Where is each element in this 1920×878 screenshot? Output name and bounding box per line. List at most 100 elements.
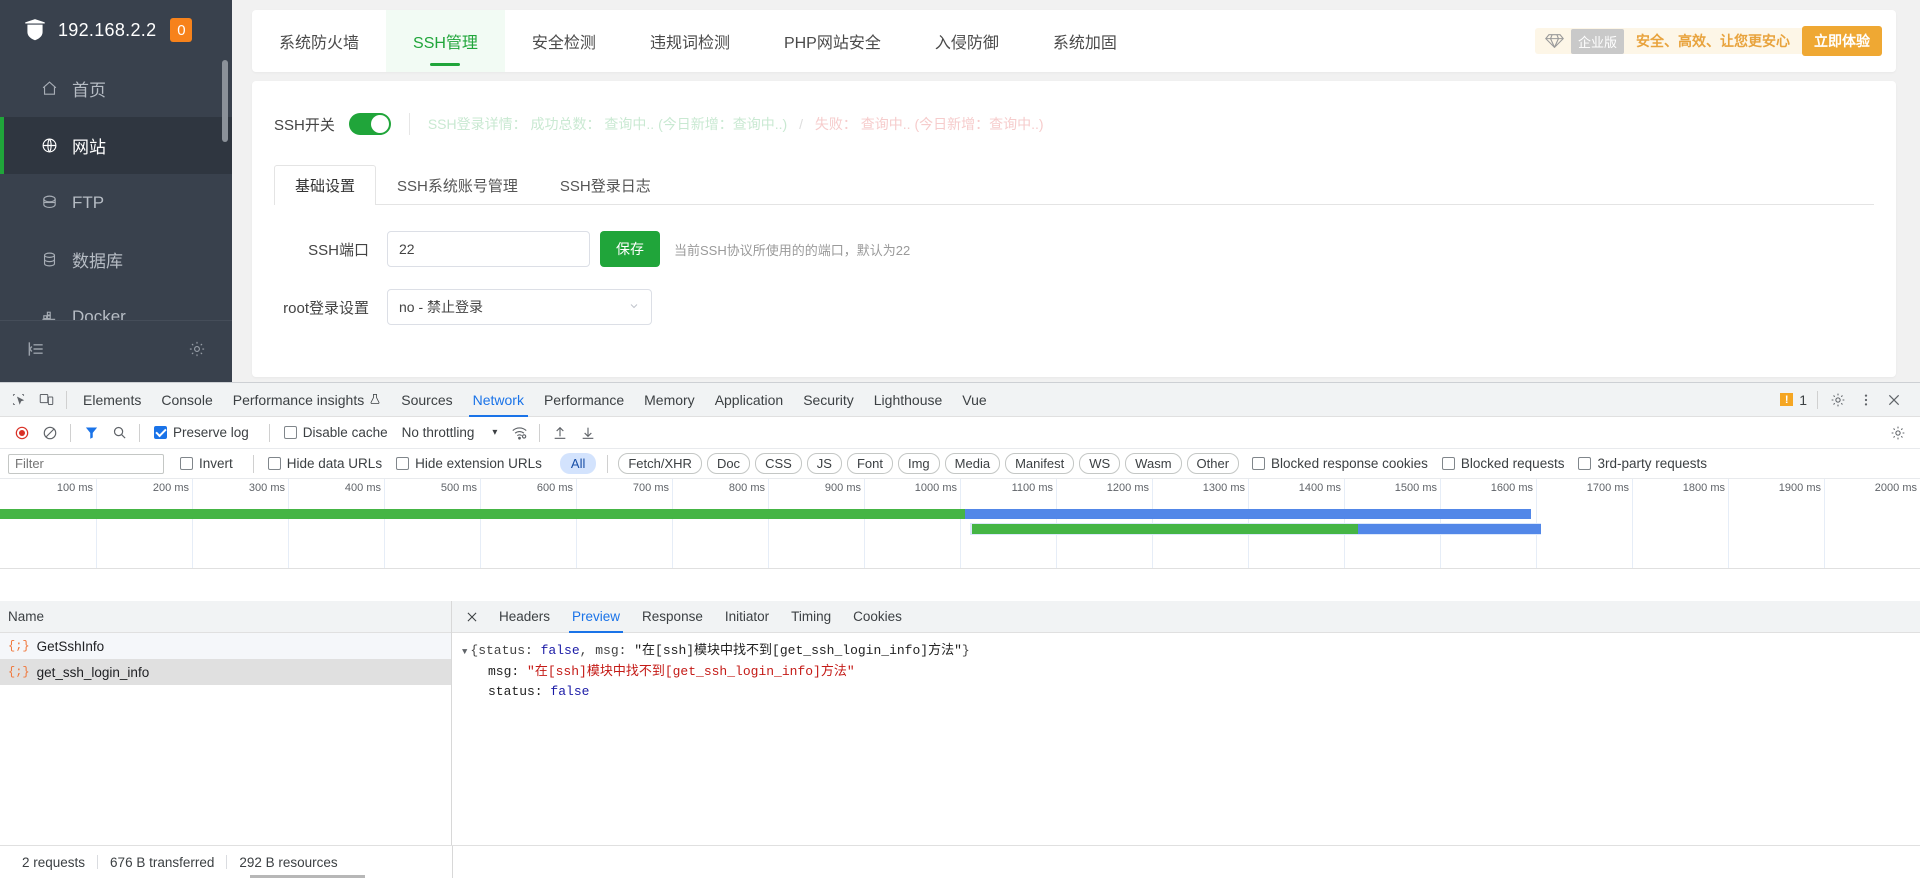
timeline-tick-label: 1200 ms <box>1106 482 1149 494</box>
root-login-select[interactable]: no - 禁止登录 <box>387 289 652 325</box>
sidebar-item-home[interactable]: 首页 <box>0 60 232 117</box>
filter-type-doc[interactable]: Doc <box>706 453 751 474</box>
filter-input[interactable] <box>8 453 164 474</box>
subtab-login-log[interactable]: SSH登录日志 <box>539 165 672 205</box>
detail-tab-cookies[interactable]: Cookies <box>842 601 913 633</box>
filter-type-media[interactable]: Media <box>944 453 1001 474</box>
sidebar-scrollbar[interactable] <box>222 60 228 142</box>
network-settings-icon[interactable] <box>1884 420 1912 446</box>
table-row[interactable]: {;} get_ssh_login_info <box>0 659 451 685</box>
filter-type-ws[interactable]: WS <box>1079 453 1121 474</box>
request-column-header[interactable]: Name <box>0 601 451 633</box>
collapse-panel-icon[interactable] <box>26 339 46 364</box>
detail-tab-preview[interactable]: Preview <box>561 601 631 633</box>
tab-keyword-check[interactable]: 违规词检测 <box>623 10 757 72</box>
disclosure-triangle-icon[interactable]: ▼ <box>462 647 467 657</box>
tab-vue[interactable]: Vue <box>952 383 996 417</box>
record-stop-icon[interactable] <box>8 420 36 446</box>
tab-network[interactable]: Network <box>463 383 534 417</box>
timeline-bar-getsshinfo[interactable] <box>0 509 1532 519</box>
globe-icon <box>38 137 60 154</box>
throttling-dropdown[interactable]: No throttling ▾ <box>402 425 498 440</box>
try-now-button[interactable]: 立即体验 <box>1802 26 1882 56</box>
preserve-log-checkbox[interactable]: Preserve log <box>154 425 249 440</box>
tab-console[interactable]: Console <box>151 383 222 417</box>
tab-php-site-security[interactable]: PHP网站安全 <box>757 10 908 72</box>
tab-system-firewall[interactable]: 系统防火墙 <box>252 10 386 72</box>
tab-system-hardening[interactable]: 系统加固 <box>1026 10 1144 72</box>
clear-network-log-icon[interactable] <box>36 420 64 446</box>
filter-icon[interactable] <box>77 420 105 446</box>
bar-download-segment <box>964 509 1532 519</box>
request-list-panel: Name {;} GetSshInfo {;} get_ssh_login_in… <box>0 601 452 845</box>
tab-intrusion-defense[interactable]: 入侵防御 <box>908 10 1026 72</box>
filter-type-font[interactable]: Font <box>846 453 893 474</box>
gear-icon[interactable] <box>188 340 206 363</box>
json-summary-line[interactable]: ▼ {status: false, msg: "在[ssh]模块中找不到[get_… <box>462 641 1910 662</box>
filter-type-img[interactable]: Img <box>897 453 940 474</box>
tab-security-check[interactable]: 安全检测 <box>505 10 623 72</box>
blocked-requests-checkbox[interactable]: Blocked requests <box>1441 456 1564 471</box>
sidebar-item-database[interactable]: 数据库 <box>0 231 232 288</box>
tab-application[interactable]: Application <box>705 383 794 417</box>
export-har-icon[interactable] <box>574 420 602 446</box>
tab-sources[interactable]: Sources <box>391 383 462 417</box>
filter-type-css[interactable]: CSS <box>755 453 802 474</box>
timeline-tick-label: 100 ms <box>56 482 93 494</box>
kebab-menu-icon[interactable] <box>1852 387 1880 413</box>
devtools-panel: Elements Console Performance insights So… <box>0 382 1920 878</box>
hide-data-urls-checkbox[interactable]: Hide data URLs <box>267 456 382 471</box>
chevron-down-icon <box>628 300 640 315</box>
chevron-down-icon: ▾ <box>492 427 498 438</box>
tab-performance[interactable]: Performance <box>534 383 634 417</box>
detail-tab-timing[interactable]: Timing <box>780 601 842 633</box>
table-row[interactable]: {;} GetSshInfo <box>0 633 451 659</box>
sidebar-item-website[interactable]: 网站 <box>0 117 232 174</box>
filter-type-all[interactable]: All <box>559 453 597 474</box>
detail-tab-initiator[interactable]: Initiator <box>714 601 780 633</box>
filter-type-manifest[interactable]: Manifest <box>1005 453 1075 474</box>
sidebar-item-ftp[interactable]: FTP <box>0 174 232 231</box>
filter-type-fetch-xhr[interactable]: Fetch/XHR <box>618 453 702 474</box>
ssh-port-label: SSH端口 <box>308 241 369 259</box>
bar-download-segment <box>1358 524 1541 534</box>
disable-cache-checkbox[interactable]: Disable cache <box>283 425 388 440</box>
hide-extension-urls-checkbox[interactable]: Hide extension URLs <box>396 456 542 471</box>
inspect-element-icon[interactable] <box>4 387 32 413</box>
network-overview-timeline[interactable]: 100 ms 200 ms 300 ms 400 ms 500 ms 600 ms 700 … <box>0 479 1920 569</box>
tab-ssh-management[interactable]: SSH管理 <box>386 10 505 72</box>
timeline-bar-get-ssh-login-info[interactable] <box>969 523 1541 535</box>
tab-security[interactable]: Security <box>793 383 864 417</box>
filter-type-other[interactable]: Other <box>1186 453 1240 474</box>
device-toolbar-icon[interactable] <box>32 387 60 413</box>
close-icon[interactable] <box>1880 387 1908 413</box>
detail-tab-response[interactable]: Response <box>631 601 714 633</box>
timeline-tick-label: 400 ms <box>344 482 381 494</box>
blocked-response-cookies-checkbox[interactable]: Blocked response cookies <box>1252 456 1428 471</box>
ssh-port-input[interactable] <box>387 231 590 267</box>
filter-type-wasm[interactable]: Wasm <box>1125 453 1182 474</box>
tab-label: 入侵防御 <box>934 35 999 52</box>
sidebar-footer <box>0 320 232 382</box>
tab-lighthouse[interactable]: Lighthouse <box>864 383 953 417</box>
search-icon[interactable] <box>105 420 133 446</box>
tab-memory[interactable]: Memory <box>634 383 705 417</box>
third-party-requests-checkbox[interactable]: 3rd-party requests <box>1578 456 1707 471</box>
warning-count-badge[interactable]: ! 1 <box>1780 392 1807 408</box>
import-har-icon[interactable] <box>546 420 574 446</box>
third-party-requests-label: 3rd-party requests <box>1597 456 1708 471</box>
detail-tab-headers[interactable]: Headers <box>488 601 561 633</box>
gear-icon[interactable] <box>1824 387 1852 413</box>
subtab-basic-settings[interactable]: 基础设置 <box>274 165 377 205</box>
filter-type-js[interactable]: JS <box>806 453 842 474</box>
save-button[interactable]: 保存 <box>600 231 660 267</box>
subtab-account-management[interactable]: SSH系统账号管理 <box>376 165 539 205</box>
network-conditions-icon[interactable] <box>505 420 533 446</box>
invert-checkbox[interactable]: Invert <box>180 456 233 471</box>
tab-performance-insights[interactable]: Performance insights <box>223 383 392 417</box>
tab-label: SSH管理 <box>413 35 478 52</box>
close-icon[interactable] <box>460 605 484 629</box>
notification-badge[interactable]: 0 <box>170 18 193 42</box>
tab-elements[interactable]: Elements <box>73 383 151 417</box>
ssh-toggle-switch[interactable] <box>348 113 391 135</box>
